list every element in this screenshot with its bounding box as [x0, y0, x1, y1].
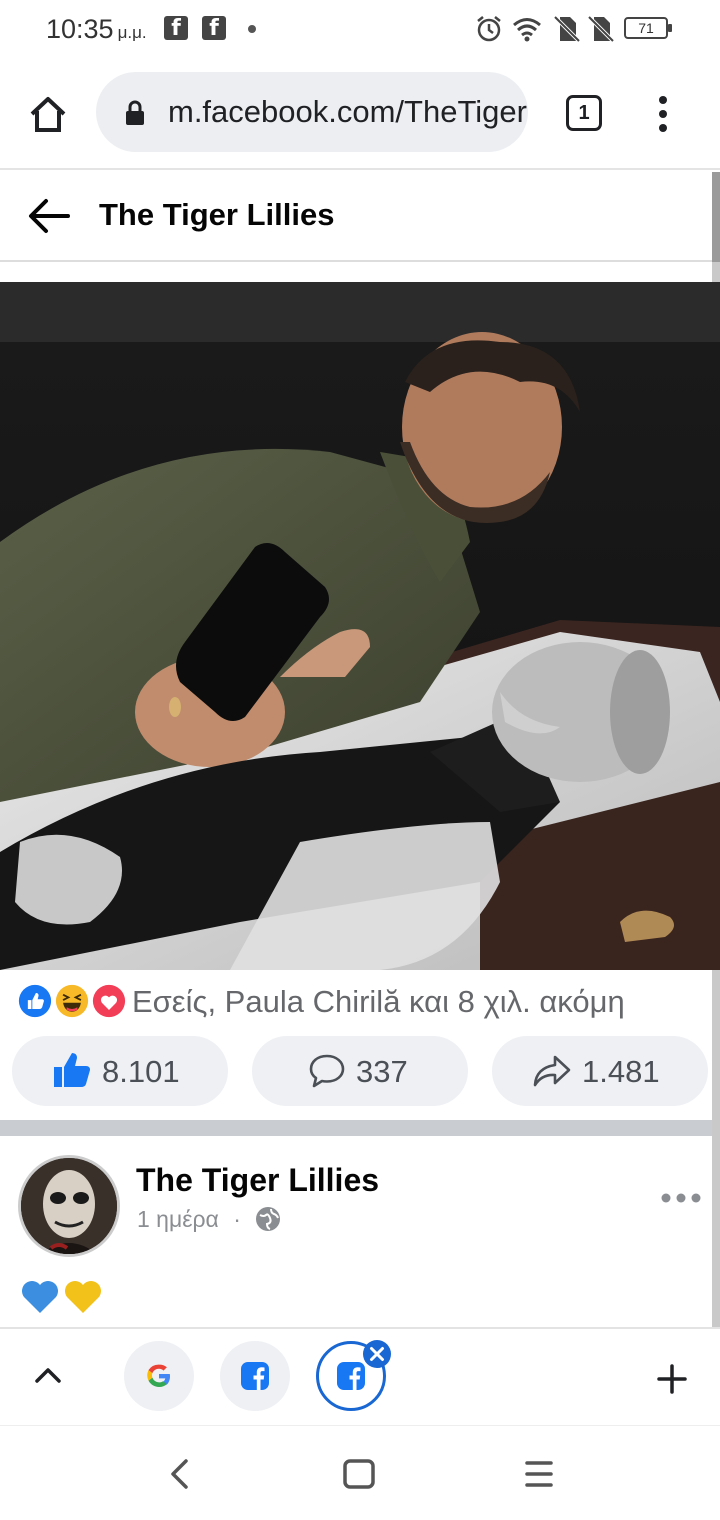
- system-nav-bar: [0, 1425, 720, 1520]
- post-divider: [0, 1120, 712, 1136]
- facebook-notification-icon: f: [202, 16, 226, 41]
- no-sim-icon: [587, 15, 615, 43]
- tab-switcher-button[interactable]: 1: [566, 95, 602, 131]
- meta-separator: ·: [233, 1206, 241, 1232]
- reactions-text: Εσείς, Paula Chirilă και 8 χιλ. ακόμη: [132, 984, 625, 1019]
- comment-icon: [309, 1054, 345, 1088]
- home-icon[interactable]: [28, 94, 68, 134]
- menu-icon[interactable]: [654, 94, 672, 134]
- avatar-image: [21, 1158, 117, 1254]
- no-sim-icon: [553, 15, 581, 43]
- back-arrow-icon[interactable]: [28, 198, 70, 234]
- more-notifications-icon: [248, 25, 256, 33]
- nav-home-icon[interactable]: [342, 1458, 376, 1490]
- google-tab[interactable]: [124, 1341, 194, 1411]
- heart-emojis-icon: [22, 1281, 101, 1313]
- post-author[interactable]: The Tiger Lillies: [136, 1162, 379, 1199]
- globe-icon: [256, 1207, 281, 1231]
- page-title: The Tiger Lillies: [99, 197, 335, 232]
- love-reaction-icon: [90, 982, 128, 1020]
- close-tab-icon[interactable]: [362, 1339, 392, 1369]
- post-time[interactable]: 1 ημέρα: [137, 1206, 219, 1232]
- photo-illustration: [0, 282, 720, 970]
- chevron-up-icon[interactable]: [34, 1365, 62, 1385]
- post-photo[interactable]: [0, 282, 720, 970]
- browser-toolbar: m.facebook.com/TheTiger 1: [0, 62, 720, 170]
- nav-recents-icon[interactable]: [524, 1458, 554, 1490]
- avatar[interactable]: [18, 1155, 120, 1257]
- address-bar[interactable]: m.facebook.com/TheTiger: [96, 72, 528, 152]
- post-meta: 1 ημέρα ·: [137, 1206, 281, 1233]
- alarm-icon: [477, 16, 501, 42]
- status-time: 10:35 μ.μ.: [46, 14, 147, 44]
- facebook-tab[interactable]: [220, 1341, 290, 1411]
- like-count: 8.101: [102, 1054, 180, 1089]
- post-body: 💙💛: [20, 1277, 104, 1317]
- facebook-icon: [241, 1362, 269, 1390]
- more-options-icon[interactable]: [660, 1188, 702, 1208]
- like-button[interactable]: 8.101: [12, 1036, 228, 1106]
- url-text: m.facebook.com/TheTiger: [168, 94, 527, 129]
- reactions-summary[interactable]: Εσείς, Paula Chirilă και 8 χιλ. ακόμη: [16, 980, 716, 1025]
- facebook-icon: [337, 1362, 365, 1390]
- battery-icon: 71: [624, 17, 672, 39]
- tab-bar: [0, 1327, 720, 1425]
- lock-icon: [126, 100, 144, 125]
- like-reaction-icon: [16, 982, 54, 1020]
- thumbs-up-icon: [54, 1053, 90, 1087]
- google-icon: [147, 1364, 170, 1387]
- comment-button[interactable]: 337: [252, 1036, 468, 1106]
- page-header: The Tiger Lillies: [0, 172, 712, 262]
- share-icon: [533, 1055, 571, 1087]
- haha-reaction-icon: [53, 982, 91, 1020]
- wifi-icon: [513, 18, 541, 42]
- new-tab-plus-icon[interactable]: [656, 1363, 688, 1395]
- facebook-notification-icon: f: [164, 16, 188, 41]
- share-count: 1.481: [582, 1054, 660, 1089]
- nav-back-icon[interactable]: [168, 1458, 192, 1490]
- scrollbar-thumb[interactable]: [712, 172, 720, 262]
- share-button[interactable]: 1.481: [492, 1036, 708, 1106]
- comment-count: 337: [356, 1054, 408, 1089]
- status-bar: 10:35 μ.μ. f f 71: [0, 0, 720, 62]
